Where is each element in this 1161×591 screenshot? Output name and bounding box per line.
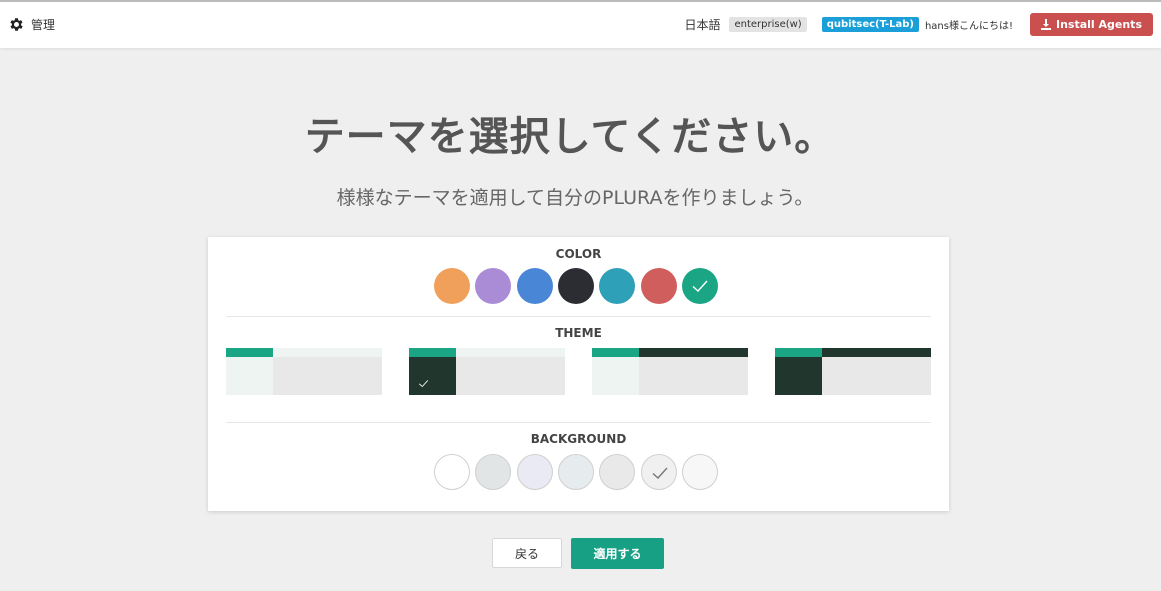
download-icon	[1040, 18, 1051, 30]
theme-preview-content	[456, 357, 565, 395]
org-badge: qubitsec(T-Lab)	[821, 16, 919, 32]
theme-preview-header	[639, 348, 748, 357]
language-selector[interactable]: 日本語	[684, 16, 720, 33]
theme-preview-header-accent	[775, 348, 822, 357]
background-swatch-5[interactable]	[599, 454, 636, 490]
theme-preview-header-accent	[409, 348, 456, 357]
theme-option-3[interactable]	[592, 348, 748, 395]
color-swatch-dark[interactable]	[557, 268, 594, 304]
theme-preview-sidebar	[226, 357, 273, 395]
theme-preview-sidebar	[775, 357, 822, 395]
color-swatch-red[interactable]	[640, 268, 677, 304]
theme-preview-sidebar	[409, 357, 456, 395]
theme-preview-header	[822, 348, 931, 357]
background-swatch-2[interactable]	[475, 454, 512, 490]
theme-settings-card: COLOR THEME BACKGROUND	[208, 237, 949, 511]
page-subtitle: 様様なテーマを適用して自分のPLURAを作りましょう。	[336, 187, 814, 209]
theme-option-1[interactable]	[226, 348, 382, 395]
color-swatch-blue[interactable]	[516, 268, 553, 304]
color-swatch-orange[interactable]	[434, 268, 470, 304]
theme-option-4[interactable]	[775, 348, 931, 395]
checkmark-icon	[418, 380, 429, 388]
background-swatch-4[interactable]	[557, 454, 594, 490]
background-section-label: BACKGROUND	[530, 432, 627, 446]
back-button[interactable]: 戻る	[492, 538, 562, 568]
admin-label: 管理	[31, 18, 56, 32]
background-swatch-6[interactable]	[640, 454, 677, 490]
background-swatch-1[interactable]	[434, 454, 470, 490]
color-swatch-teal[interactable]	[599, 268, 636, 304]
user-greeting: hans様こんにちは!	[924, 20, 1013, 32]
theme-option-2[interactable]	[409, 348, 565, 395]
plan-badge: enterprise(w)	[729, 16, 807, 32]
color-swatch-green[interactable]	[681, 268, 718, 304]
divider	[226, 422, 931, 423]
apply-button[interactable]: 適用する	[571, 538, 664, 569]
theme-preview-sidebar	[592, 357, 639, 395]
theme-preview-content	[822, 357, 931, 395]
theme-preview-header-accent	[592, 348, 639, 357]
checkmark-icon	[692, 280, 708, 292]
page-title: テーマを選択してください。	[304, 114, 836, 160]
theme-preview-header	[273, 348, 382, 357]
background-swatch-3[interactable]	[516, 454, 553, 490]
background-swatch-7[interactable]	[681, 454, 718, 490]
divider	[226, 316, 931, 317]
admin-link[interactable]: 管理	[8, 16, 55, 33]
theme-section-label: THEME	[555, 326, 602, 340]
theme-preview-content	[273, 357, 382, 395]
color-section-label: COLOR	[555, 247, 602, 261]
gear-icon	[10, 18, 23, 31]
theme-preview-content	[639, 357, 748, 395]
install-agents-button[interactable]: Install Agents	[1029, 12, 1153, 36]
install-agents-label: Install Agents	[1055, 17, 1142, 31]
checkmark-icon	[652, 467, 668, 479]
color-swatch-purple[interactable]	[475, 268, 512, 304]
theme-preview-header-accent	[226, 348, 273, 357]
theme-preview-header	[456, 348, 565, 357]
top-navbar: 管理 日本語 enterprise(w) qubitsec(T-Lab) han…	[0, 0, 1161, 48]
